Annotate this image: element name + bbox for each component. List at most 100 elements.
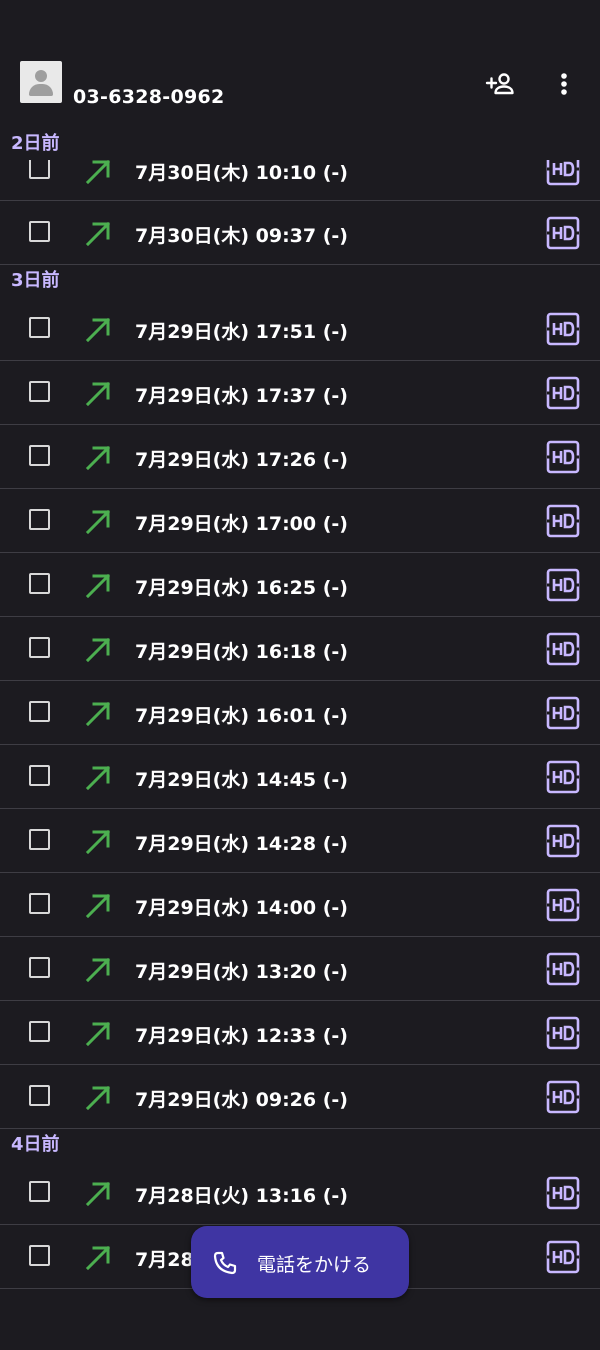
call-date-time: 7月28日(火) 13:16 (-) <box>135 1185 348 1207</box>
outgoing-call-icon <box>85 317 111 343</box>
outgoing-call-icon <box>85 701 111 727</box>
call-date-time: 7月29日(水) 14:00 (-) <box>135 897 348 919</box>
hd-call-icon <box>546 1176 580 1210</box>
hd-call-icon <box>546 760 580 794</box>
hd-call-icon <box>546 1240 580 1274</box>
select-checkbox[interactable] <box>29 221 50 242</box>
date-section-header: 3日前 <box>11 270 60 291</box>
hd-call-icon <box>546 824 580 858</box>
outgoing-call-icon <box>85 1021 111 1047</box>
hd-call-icon <box>546 696 580 730</box>
hd-call-icon <box>546 568 580 602</box>
outgoing-call-icon <box>85 160 111 185</box>
outgoing-call-icon <box>85 957 111 983</box>
call-log-row[interactable]: 7月29日(水) 16:25 (-) <box>0 553 600 617</box>
hd-call-icon <box>546 1016 580 1050</box>
call-date-time: 7月29日(水) 16:01 (-) <box>135 705 348 727</box>
person-icon <box>35 70 47 82</box>
select-checkbox[interactable] <box>29 637 50 658</box>
call-log-row[interactable]: 7月29日(水) 12:33 (-) <box>0 1001 600 1065</box>
add-contact-button[interactable] <box>480 64 520 104</box>
call-date-time: 7月29日(水) 09:26 (-) <box>135 1089 348 1111</box>
hd-call-icon <box>546 632 580 666</box>
person-add-icon <box>485 73 514 95</box>
phone-icon <box>213 1251 237 1275</box>
make-call-button[interactable]: 電話をかける <box>191 1226 409 1298</box>
call-log-row[interactable]: 7月30日(木) 10:10 (-) <box>0 160 600 201</box>
call-log-row[interactable]: 7月28日(火) 13:16 (-) <box>0 1161 600 1225</box>
outgoing-call-icon <box>85 221 111 247</box>
top-app-bar: 03-6328-0962 <box>0 0 600 128</box>
call-date-time: 7月29日(水) 14:45 (-) <box>135 769 348 791</box>
outgoing-call-icon <box>85 637 111 663</box>
hd-call-icon <box>546 376 580 410</box>
outgoing-call-icon <box>85 509 111 535</box>
call-history-list[interactable]: 2日前 7月30日(木) 10:10 (-) 7月30日(木) 09:37 (-… <box>0 128 600 1289</box>
call-date-time: 7月29日(水) 16:25 (-) <box>135 577 348 599</box>
select-checkbox[interactable] <box>29 829 50 850</box>
hd-call-icon <box>546 440 580 474</box>
outgoing-call-icon <box>85 765 111 791</box>
select-checkbox[interactable] <box>29 893 50 914</box>
outgoing-call-icon <box>85 573 111 599</box>
hd-call-icon <box>546 1080 580 1114</box>
call-log-row[interactable]: 7月29日(水) 13:20 (-) <box>0 937 600 1001</box>
hd-call-icon <box>546 952 580 986</box>
select-checkbox[interactable] <box>29 445 50 466</box>
call-log-row[interactable]: 7月29日(水) 16:01 (-) <box>0 681 600 745</box>
call-date-time: 7月29日(水) 17:51 (-) <box>135 321 348 343</box>
date-section-header: 2日前 <box>11 133 60 154</box>
select-checkbox[interactable] <box>29 1181 50 1202</box>
call-log-row[interactable]: 7月30日(木) 09:37 (-) <box>0 201 600 265</box>
call-date-time: 7月30日(木) 10:10 (-) <box>135 162 348 184</box>
select-checkbox[interactable] <box>29 317 50 338</box>
person-icon-body <box>29 84 53 96</box>
more-options-button[interactable] <box>544 64 584 104</box>
call-date-time: 7月29日(水) 13:20 (-) <box>135 961 348 983</box>
phone-number-title: 03-6328-0962 <box>73 86 225 108</box>
outgoing-call-icon <box>85 1181 111 1207</box>
select-checkbox[interactable] <box>29 1245 50 1266</box>
hd-call-icon <box>546 216 580 250</box>
select-checkbox[interactable] <box>29 573 50 594</box>
select-checkbox[interactable] <box>29 957 50 978</box>
outgoing-call-icon <box>85 829 111 855</box>
outgoing-call-icon <box>85 445 111 471</box>
call-log-row[interactable]: 7月29日(水) 17:26 (-) <box>0 425 600 489</box>
more-vert-icon <box>561 73 567 95</box>
select-checkbox[interactable] <box>29 509 50 530</box>
call-date-time: 7月29日(水) 17:37 (-) <box>135 385 348 407</box>
call-date-time: 7月29日(水) 16:18 (-) <box>135 641 348 663</box>
call-log-row[interactable]: 7月29日(水) 14:00 (-) <box>0 873 600 937</box>
call-log-row[interactable]: 7月29日(水) 17:37 (-) <box>0 361 600 425</box>
hd-call-icon <box>546 504 580 538</box>
call-date-time: 7月28 <box>135 1249 194 1271</box>
call-date-time: 7月29日(水) 17:26 (-) <box>135 449 348 471</box>
call-log-row[interactable]: 7月29日(水) 09:26 (-) <box>0 1065 600 1129</box>
date-section-header: 4日前 <box>11 1134 60 1155</box>
hd-call-icon <box>546 312 580 346</box>
call-log-row[interactable]: 7月29日(水) 17:00 (-) <box>0 489 600 553</box>
contact-avatar[interactable] <box>20 61 62 103</box>
hd-call-icon <box>546 888 580 922</box>
call-log-row[interactable]: 7月29日(水) 16:18 (-) <box>0 617 600 681</box>
outgoing-call-icon <box>85 381 111 407</box>
select-checkbox[interactable] <box>29 1021 50 1042</box>
outgoing-call-icon <box>85 1085 111 1111</box>
call-date-time: 7月30日(木) 09:37 (-) <box>135 225 348 247</box>
select-checkbox[interactable] <box>29 765 50 786</box>
call-date-time: 7月29日(水) 14:28 (-) <box>135 833 348 855</box>
call-log-row[interactable]: 7月29日(水) 14:45 (-) <box>0 745 600 809</box>
outgoing-call-icon <box>85 1245 111 1271</box>
outgoing-call-icon <box>85 893 111 919</box>
make-call-label: 電話をかける <box>257 1254 372 1276</box>
hd-call-icon <box>546 160 580 186</box>
call-date-time: 7月29日(水) 17:00 (-) <box>135 513 348 535</box>
select-checkbox[interactable] <box>29 381 50 402</box>
select-checkbox[interactable] <box>29 160 50 179</box>
call-log-row[interactable]: 7月29日(水) 14:28 (-) <box>0 809 600 873</box>
select-checkbox[interactable] <box>29 1085 50 1106</box>
select-checkbox[interactable] <box>29 701 50 722</box>
call-date-time: 7月29日(水) 12:33 (-) <box>135 1025 348 1047</box>
call-log-row[interactable]: 7月29日(水) 17:51 (-) <box>0 297 600 361</box>
